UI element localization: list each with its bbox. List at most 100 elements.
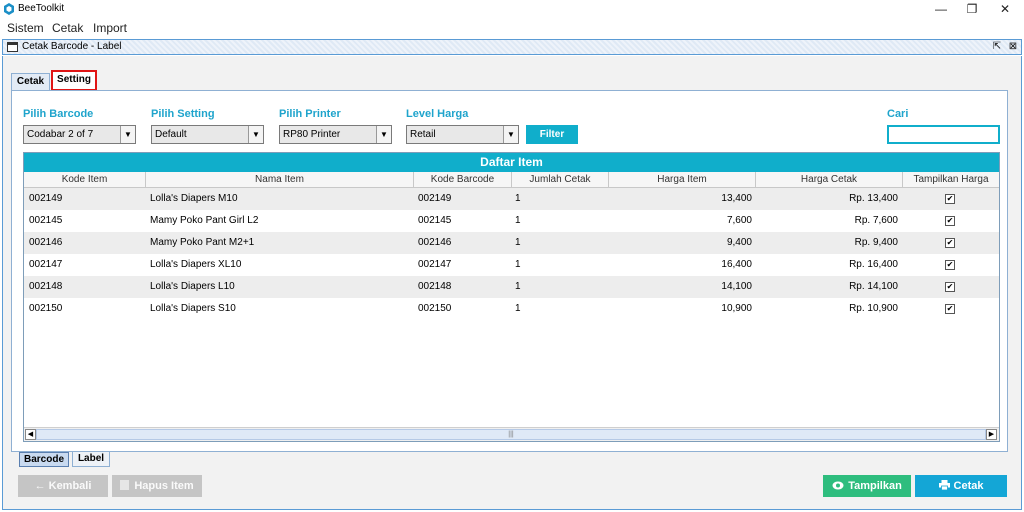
tampilkan-harga-checkbox[interactable]: ✔ [945, 260, 955, 270]
table-title: Daftar Item [24, 153, 999, 172]
tab-label[interactable]: Label [72, 452, 110, 467]
restore-button[interactable]: ❐ [955, 0, 989, 18]
col-jumlah-cetak[interactable]: Jumlah Cetak [512, 172, 609, 188]
cell-kode-barcode: 002149 [418, 193, 452, 204]
cell-kode-barcode: 002150 [418, 303, 452, 314]
tampilkan-harga-checkbox[interactable]: ✔ [945, 238, 955, 248]
search-input[interactable] [887, 125, 1000, 144]
cell-harga-cetak: Rp. 16,400 [849, 259, 898, 270]
frame-close-icon[interactable]: ⊠ [1007, 41, 1019, 53]
cell-kode-item: 002145 [29, 215, 63, 226]
cell-harga-item: 13,400 [721, 193, 752, 204]
menu-import[interactable]: Import [93, 21, 127, 35]
scroll-thumb[interactable]: ||| [36, 429, 986, 440]
cell-jumlah-cetak[interactable]: 1 [515, 254, 521, 276]
cell-kode-item: 002148 [29, 281, 63, 292]
chevron-down-icon[interactable]: ▼ [248, 126, 263, 143]
cell-nama-item: Lolla's Diapers S10 [150, 303, 236, 314]
frame-title: Cetak Barcode - Label [22, 41, 122, 52]
preview-label: Tampilkan [848, 480, 902, 492]
col-tampilkan-harga[interactable]: Tampilkan Harga [903, 172, 999, 188]
cell-kode-item: 002146 [29, 237, 63, 248]
tampilkan-harga-checkbox[interactable]: ✔ [945, 304, 955, 314]
cell-nama-item: Mamy Poko Pant Girl L2 [150, 215, 259, 226]
table-row[interactable]: 002150 Lolla's Diapers S10 002150 1 10,9… [24, 298, 999, 320]
label-cari: Cari [887, 108, 909, 120]
cell-harga-cetak: Rp. 7,600 [854, 215, 898, 226]
cell-kode-barcode: 002146 [418, 237, 452, 248]
cell-jumlah-cetak[interactable]: 1 [515, 210, 521, 232]
tampilkan-harga-checkbox[interactable]: ✔ [945, 216, 955, 226]
minimize-button[interactable]: — [924, 0, 958, 18]
table-row[interactable]: 002148 Lolla's Diapers L10 002148 1 14,1… [24, 276, 999, 298]
cell-harga-cetak: Rp. 10,900 [849, 303, 898, 314]
item-table: Daftar Item Kode Item Nama Item Kode Bar… [23, 152, 1000, 442]
scroll-left-icon[interactable]: ◀ [25, 429, 36, 440]
printer-icon [938, 480, 950, 491]
cell-nama-item: Lolla's Diapers XL10 [150, 259, 242, 270]
setting-select[interactable]: Default ▼ [151, 125, 264, 144]
barcode-select[interactable]: Codabar 2 of 7 ▼ [23, 125, 136, 144]
col-kode-barcode[interactable]: Kode Barcode [414, 172, 512, 188]
cell-jumlah-cetak[interactable]: 1 [515, 276, 521, 298]
cell-jumlah-cetak[interactable]: 1 [515, 298, 521, 320]
table-row[interactable]: 002147 Lolla's Diapers XL10 002147 1 16,… [24, 254, 999, 276]
tab-setting[interactable]: Setting [51, 70, 97, 91]
cell-nama-item: Lolla's Diapers L10 [150, 281, 235, 292]
cell-kode-item: 002149 [29, 193, 63, 204]
horizontal-scrollbar[interactable]: ◀ ||| ▶ [24, 427, 999, 441]
cell-kode-item: 002147 [29, 259, 63, 270]
cell-kode-barcode: 002148 [418, 281, 452, 292]
setting-select-value: Default [155, 129, 187, 140]
delete-item-button[interactable]: Hapus Item [112, 475, 202, 497]
menu-cetak[interactable]: Cetak [52, 21, 83, 35]
col-harga-item[interactable]: Harga Item [609, 172, 756, 188]
harga-select[interactable]: Retail ▼ [406, 125, 519, 144]
internal-frame-titlebar: Cetak Barcode - Label ⇱ ⊠ [2, 39, 1022, 55]
frame-window-icon [7, 42, 18, 52]
cell-kode-barcode: 002145 [418, 215, 452, 226]
cell-nama-item: Lolla's Diapers M10 [150, 193, 238, 204]
table-row[interactable]: 002146 Mamy Poko Pant M2+1 002146 1 9,40… [24, 232, 999, 254]
cell-jumlah-cetak[interactable]: 1 [515, 188, 521, 210]
tampilkan-harga-checkbox[interactable]: ✔ [945, 194, 955, 204]
delete-item-label: Hapus Item [134, 480, 194, 492]
harga-select-value: Retail [410, 129, 436, 140]
col-harga-cetak[interactable]: Harga Cetak [756, 172, 903, 188]
cell-harga-cetak: Rp. 9,400 [854, 237, 898, 248]
chevron-down-icon[interactable]: ▼ [376, 126, 391, 143]
print-button[interactable]: Cetak [915, 475, 1007, 497]
chevron-down-icon[interactable]: ▼ [120, 126, 135, 143]
col-kode-item[interactable]: Kode Item [24, 172, 146, 188]
cell-harga-item: 14,100 [721, 281, 752, 292]
app-title: BeeToolkit [18, 3, 65, 14]
cell-harga-item: 7,600 [726, 215, 752, 226]
barcode-select-value: Codabar 2 of 7 [27, 129, 94, 140]
table-header: Kode Item Nama Item Kode Barcode Jumlah … [24, 172, 999, 188]
eye-icon [832, 481, 844, 490]
scroll-right-icon[interactable]: ▶ [986, 429, 997, 440]
close-button[interactable]: ✕ [988, 0, 1022, 18]
tampilkan-harga-checkbox[interactable]: ✔ [945, 282, 955, 292]
cell-harga-cetak: Rp. 13,400 [849, 193, 898, 204]
bee-logo-icon [4, 3, 14, 15]
tab-cetak[interactable]: Cetak [11, 73, 50, 90]
menu-bar: Sistem Cetak Import [0, 18, 1024, 38]
back-button[interactable]: ← Kembali [18, 475, 108, 497]
cell-jumlah-cetak[interactable]: 1 [515, 232, 521, 254]
tab-barcode[interactable]: Barcode [19, 452, 69, 467]
cell-harga-cetak: Rp. 14,100 [849, 281, 898, 292]
cell-kode-barcode: 002147 [418, 259, 452, 270]
label-pilih-barcode: Pilih Barcode [23, 108, 94, 120]
label-level-harga: Level Harga [406, 108, 469, 120]
cell-harga-item: 16,400 [721, 259, 752, 270]
table-row[interactable]: 002149 Lolla's Diapers M10 002149 1 13,4… [24, 188, 999, 210]
preview-button[interactable]: Tampilkan [823, 475, 911, 497]
table-row[interactable]: 002145 Mamy Poko Pant Girl L2 002145 1 7… [24, 210, 999, 232]
filter-button[interactable]: Filter [526, 125, 578, 144]
frame-maximize-icon[interactable]: ⇱ [991, 41, 1003, 53]
chevron-down-icon[interactable]: ▼ [503, 126, 518, 143]
printer-select[interactable]: RP80 Printer ▼ [279, 125, 392, 144]
col-nama-item[interactable]: Nama Item [146, 172, 414, 188]
menu-sistem[interactable]: Sistem [7, 21, 44, 35]
